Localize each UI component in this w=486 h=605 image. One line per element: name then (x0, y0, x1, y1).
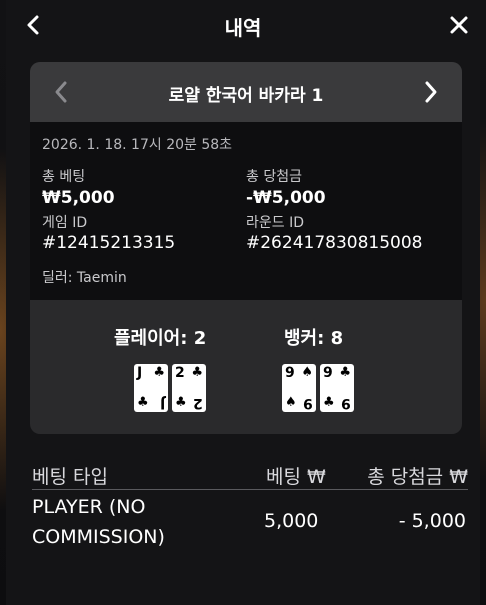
header: 내역 (6, 0, 480, 50)
card-rank: J (159, 395, 165, 411)
round-card-header: 로얄 한국어 바카라 1 (30, 62, 462, 122)
round-card: 로얄 한국어 바카라 1 2026. 1. 18. 17시 20분 58초 총 … (30, 62, 462, 434)
spade-icon: ♠ (301, 365, 313, 380)
card-rank: 2 (175, 365, 185, 381)
dealer-name: 딜러: Taemin (42, 270, 127, 286)
column-bet-type: 베팅 타입 (32, 466, 108, 488)
round-timestamp: 2026. 1. 18. 17시 20분 58초 (42, 137, 233, 153)
playing-card: J ♣ ♣ J (134, 364, 168, 412)
total-win-value: -₩5,000 (246, 188, 326, 208)
history-panel: 내역 로얄 한국어 바카라 1 2026. 1. 18. 17시 20분 58초… (6, 0, 480, 605)
page-title: 내역 (224, 16, 262, 40)
game-id-label: 게임 ID (42, 215, 88, 231)
bet-type-line1: PLAYER (NO (32, 496, 146, 518)
bets-table-header: 베팅 타입 베팅 ₩ 총 당첨금 ₩ (32, 458, 468, 490)
column-bet-amount: 베팅 ₩ (266, 466, 326, 488)
table-row: PLAYER (NO COMMISSION) 5,000 - 5,000 (32, 492, 468, 552)
club-icon: ♣ (191, 365, 203, 380)
total-win-label: 총 당첨금 (246, 169, 302, 185)
round-info: 2026. 1. 18. 17시 20분 58초 총 베팅 ₩5,000 총 당… (30, 122, 462, 300)
card-rank: 9 (341, 395, 351, 411)
game-id-value: #12415213315 (42, 233, 176, 253)
card-rank: 9 (285, 365, 295, 381)
player-score: 플레이어: 2 (114, 328, 207, 349)
club-icon: ♣ (323, 395, 335, 410)
bet-type-line2: COMMISSION) (32, 526, 165, 548)
club-icon: ♣ (137, 395, 149, 410)
total-bet-label: 총 베팅 (42, 169, 86, 185)
banker-score: 뱅커: 8 (284, 328, 344, 349)
close-icon (450, 16, 468, 34)
playing-card: 2 ♣ ♣ 2 (172, 364, 206, 412)
chevron-right-icon (425, 81, 437, 103)
bet-amount: 5,000 (264, 510, 319, 532)
card-rank: 9 (323, 365, 333, 381)
round-id-label: 라운드 ID (246, 215, 304, 231)
playing-card: 9 ♠ ♠ 9 (282, 364, 316, 412)
game-title: 로얄 한국어 바카라 1 (168, 86, 324, 106)
club-icon: ♣ (339, 365, 351, 380)
club-icon: ♣ (153, 365, 165, 380)
column-total-win: 총 당첨금 ₩ (367, 466, 468, 488)
total-bet-value: ₩5,000 (42, 188, 115, 208)
win-amount: - 5,000 (398, 510, 466, 532)
card-rank: 9 (303, 395, 313, 411)
playing-card: 9 ♣ ♣ 9 (320, 364, 354, 412)
round-id-value: #262417830815008 (246, 233, 423, 253)
close-button[interactable] (444, 10, 474, 40)
spade-icon: ♠ (285, 395, 297, 410)
card-rank: 2 (193, 395, 203, 411)
next-round-button[interactable] (416, 77, 446, 107)
club-icon: ♣ (175, 395, 187, 410)
card-rank: J (137, 365, 143, 381)
